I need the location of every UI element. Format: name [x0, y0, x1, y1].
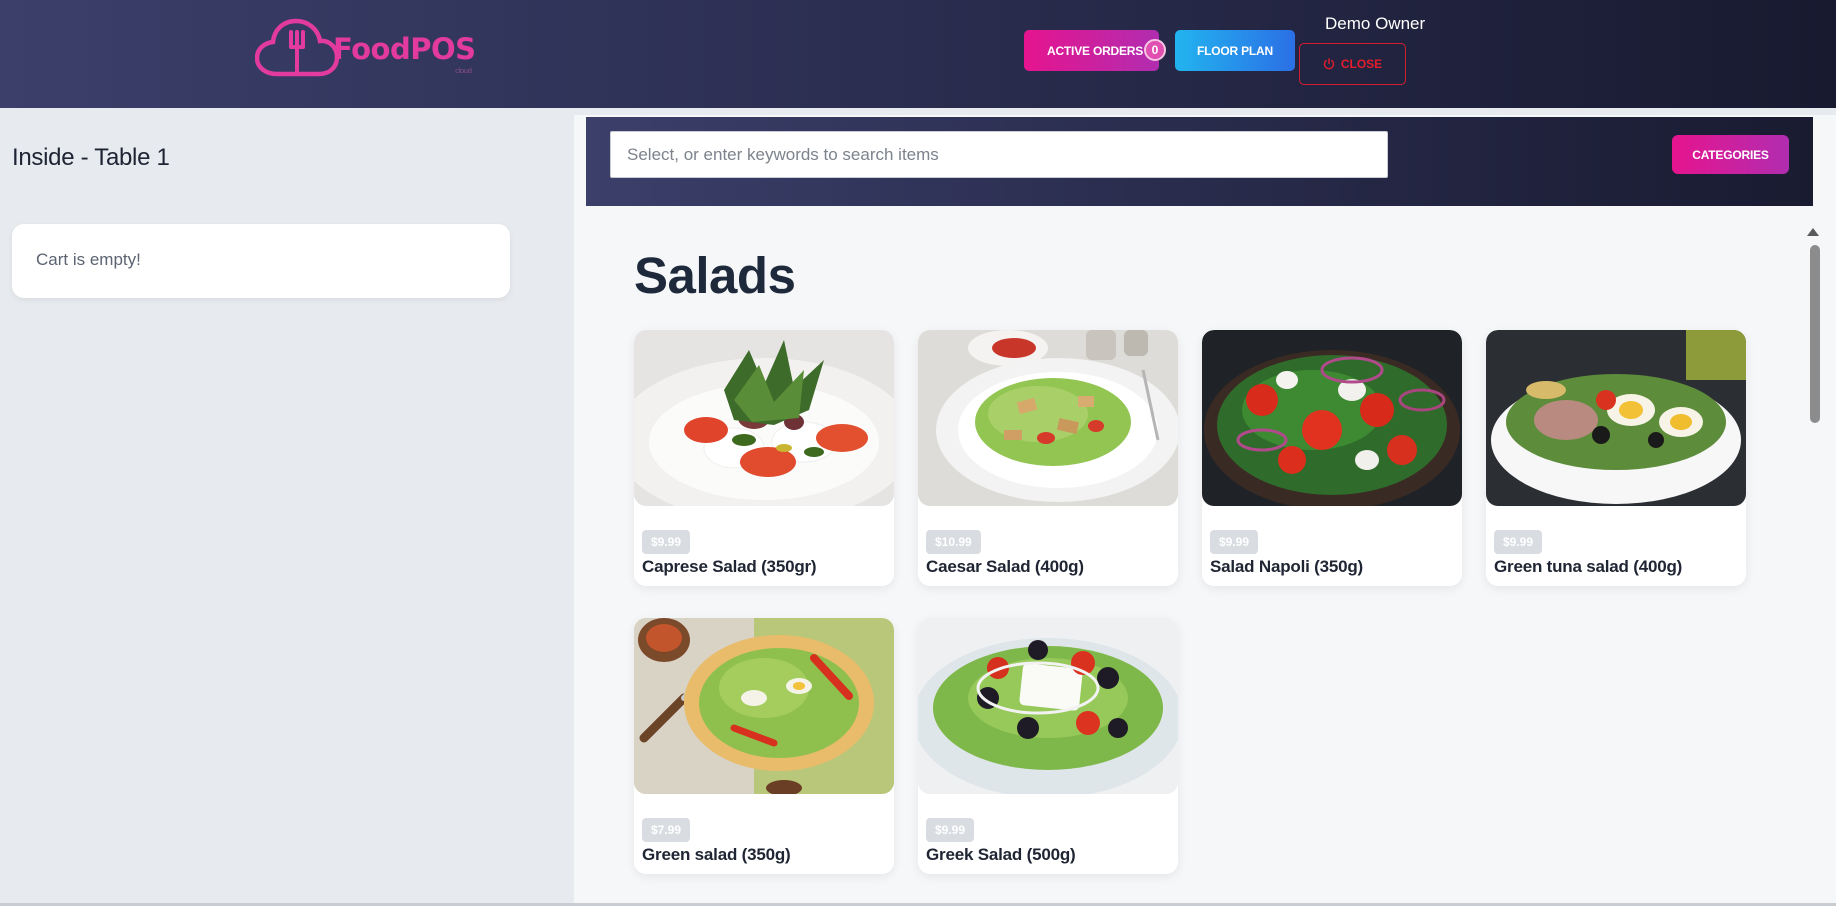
item-price: $10.99: [926, 530, 981, 554]
table-title: Inside - Table 1: [12, 144, 170, 171]
cart-empty-message: Cart is empty!: [36, 250, 141, 269]
close-button[interactable]: CLOSE: [1299, 43, 1406, 85]
menu-item-card[interactable]: $10.99 Caesar Salad (400g): [918, 330, 1178, 586]
item-name: Green salad (350g): [642, 845, 791, 864]
active-orders-label: ACTIVE ORDERS: [1047, 43, 1144, 58]
item-price: $9.99: [926, 818, 975, 842]
menu-item-card[interactable]: $9.99 Greek Salad (500g): [918, 618, 1178, 874]
item-image: [918, 618, 1178, 794]
item-name: Caprese Salad (350gr): [642, 557, 817, 576]
active-orders-count-badge: 0: [1144, 39, 1166, 61]
power-icon: [1323, 58, 1334, 70]
search-placeholder: Select, or enter keywords to search item…: [627, 144, 939, 164]
menu-item-card[interactable]: $9.99 Caprese Salad (350gr): [634, 330, 894, 586]
cloud-fork-logo-icon: [255, 18, 339, 77]
categories-label: CATEGORIES: [1692, 147, 1769, 162]
floor-plan-label: FLOOR PLAN: [1197, 43, 1273, 58]
item-image: [1202, 330, 1462, 506]
item-price: $9.99: [1494, 530, 1543, 554]
item-name: Salad Napoli (350g): [1210, 557, 1364, 576]
user-name: Demo Owner: [1325, 14, 1426, 33]
item-name: Green tuna salad (400g): [1494, 557, 1683, 576]
item-name: Greek Salad (500g): [926, 845, 1076, 864]
search-input[interactable]: Select, or enter keywords to search item…: [610, 131, 1388, 178]
section-title: Salads: [634, 247, 796, 304]
top-header: FoodPOS cloud ACTIVE ORDERS 0 FLOOR PLAN …: [0, 0, 1836, 108]
menu-item-card[interactable]: $9.99 Green tuna salad (400g): [1486, 330, 1746, 586]
item-price: $9.99: [642, 530, 691, 554]
item-name: Caesar Salad (400g): [926, 557, 1084, 576]
item-price: $7.99: [642, 818, 691, 842]
close-label: CLOSE: [1340, 57, 1383, 71]
menu-item-card[interactable]: $7.99 Green salad (350g): [634, 618, 894, 874]
foodpos-logo[interactable]: FoodPOS cloud: [255, 18, 485, 80]
cart-box: Cart is empty!: [12, 224, 510, 298]
item-image: [634, 330, 894, 506]
item-image: [634, 618, 894, 794]
scrollbar-thumb[interactable]: [1810, 245, 1820, 423]
floor-plan-button[interactable]: FLOOR PLAN: [1175, 30, 1295, 71]
scroll-up-arrow-icon[interactable]: [1807, 228, 1819, 236]
logo-subtext: cloud: [455, 67, 472, 75]
categories-button[interactable]: CATEGORIES: [1672, 135, 1789, 174]
item-image: [1486, 330, 1746, 506]
item-price: $9.99: [1210, 530, 1259, 554]
active-orders-button[interactable]: ACTIVE ORDERS: [1024, 30, 1159, 71]
menu-item-card[interactable]: $9.99 Salad Napoli (350g): [1202, 330, 1462, 586]
item-image: [918, 330, 1178, 506]
logo-text: FoodPOS cloud: [333, 32, 476, 75]
